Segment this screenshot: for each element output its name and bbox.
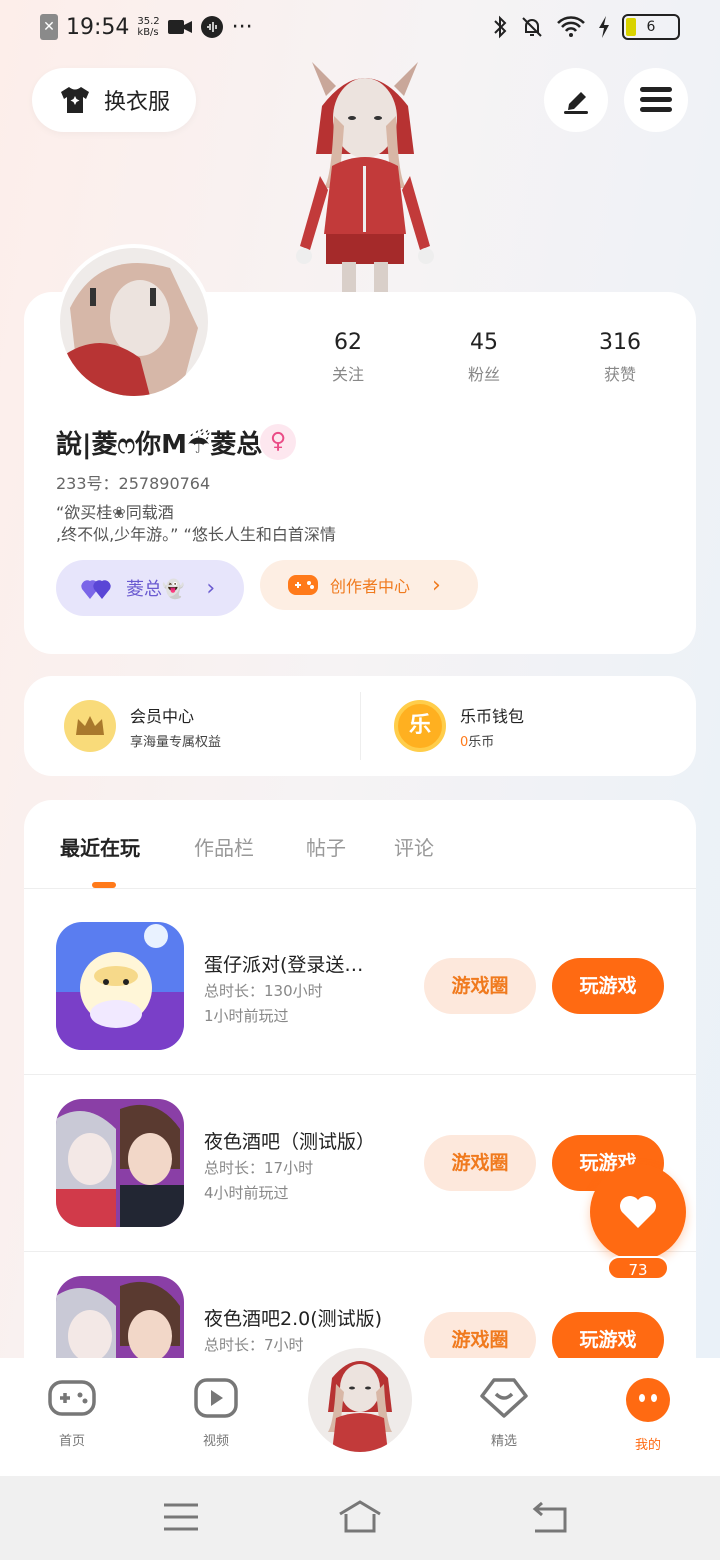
tab-works[interactable]: 作品栏	[194, 832, 254, 861]
gamepad-icon	[288, 575, 318, 595]
gamepad-icon	[48, 1380, 96, 1416]
like-count: 73	[607, 1256, 669, 1280]
game-title: 蛋仔派对(登录送…	[204, 954, 364, 976]
menu-button[interactable]	[624, 68, 688, 132]
vip-title: 会员中心	[130, 706, 195, 726]
video-recorder-icon	[167, 20, 192, 34]
game-duration: 总时长：7小时	[204, 1336, 304, 1354]
like-button[interactable]	[590, 1164, 686, 1260]
change-outfit-label: 换衣服	[103, 90, 170, 115]
video-play-icon	[194, 1378, 238, 1418]
nickname: 說|菱ෆ你M☔菱总	[56, 430, 263, 460]
game-circle-button[interactable]: 游戏圈	[424, 958, 536, 1014]
heart-diamond-icon	[480, 1378, 528, 1418]
status-bar: ✕ 19:54 35.2 kB/s ··· 6	[0, 0, 720, 56]
edit-profile-button[interactable]	[544, 68, 608, 132]
hamburger-menu-icon	[640, 87, 672, 112]
row-divider	[24, 1251, 696, 1252]
wifi-icon	[557, 16, 585, 37]
stat-likes[interactable]: 316 获赞	[565, 330, 675, 385]
net-speed: 35.2 kB/s	[137, 16, 160, 38]
tab-posts[interactable]: 帖子	[306, 832, 346, 861]
play-game-button[interactable]: 玩游戏	[552, 958, 664, 1014]
mute-bell-icon	[522, 17, 542, 37]
group-tag-button[interactable]: 菱总👻 ›	[56, 560, 244, 616]
crown-icon	[64, 700, 116, 752]
tab-recently-played[interactable]: 最近在玩	[60, 832, 140, 861]
group-tag-label: 菱总👻	[126, 579, 185, 600]
coin-wallet-entry[interactable]: 乐 乐币钱包 0乐币	[394, 700, 524, 752]
audio-app-icon	[200, 16, 223, 38]
game-icon-night-bar[interactable]	[56, 1099, 184, 1227]
back-icon[interactable]	[532, 1500, 568, 1534]
divider	[360, 692, 361, 760]
female-icon: ♀	[260, 424, 296, 460]
game-icon-eggy-party[interactable]	[56, 922, 184, 1050]
double-heart-icon	[81, 580, 111, 599]
game-last-played: 1小时前玩过	[204, 1007, 289, 1025]
tab-divider	[24, 888, 696, 889]
status-left: ✕ 19:54 35.2 kB/s ···	[40, 14, 253, 40]
change-outfit-button[interactable]: 换衣服	[32, 68, 196, 132]
creator-center-button[interactable]: 创作者中心 ›	[260, 560, 478, 610]
creator-center-label: 创作者中心	[330, 577, 411, 596]
tshirt-icon	[60, 87, 89, 113]
vip-center-entry[interactable]: 会员中心 享海量专属权益	[64, 700, 221, 752]
game-circle-button[interactable]: 游戏圈	[424, 1135, 536, 1191]
stat-followers[interactable]: 45 粉丝	[429, 330, 539, 385]
more-notifications: ···	[231, 14, 253, 40]
nav-video[interactable]: 视频	[176, 1378, 256, 1449]
battery-indicator: 6	[622, 14, 680, 40]
game-duration: 总时长：17小时	[204, 1159, 314, 1177]
coin-icon: 乐	[394, 700, 446, 752]
vip-subtitle: 享海量专属权益	[130, 734, 222, 750]
notification-x-icon: ✕	[40, 14, 58, 40]
heart-icon	[620, 1196, 656, 1228]
charging-icon	[599, 16, 609, 38]
bluetooth-icon	[494, 15, 507, 39]
recent-apps-icon[interactable]	[164, 1502, 198, 1532]
pen-icon	[564, 92, 588, 114]
game-duration: 总时长：130小时	[204, 982, 323, 1000]
avatar-3d-figure[interactable]	[292, 56, 438, 292]
chevron-right-icon: ›	[206, 575, 216, 601]
game-title: 夜色酒吧（测试版）	[204, 1131, 376, 1153]
nav-featured[interactable]: 精选	[464, 1378, 544, 1449]
tab-comments[interactable]: 评论	[394, 832, 434, 861]
status-right: 6	[492, 14, 680, 40]
user-id: 233号：257890764	[56, 474, 211, 493]
nav-mine[interactable]: 我的	[608, 1378, 688, 1453]
nav-avatar[interactable]	[304, 1344, 416, 1456]
profile-face-icon	[626, 1378, 670, 1422]
chevron-right-icon: ›	[432, 572, 441, 598]
home-icon[interactable]	[336, 1498, 384, 1534]
nav-home[interactable]: 首页	[32, 1378, 112, 1449]
stat-following[interactable]: 62 关注	[293, 330, 403, 385]
coin-balance: 0乐币	[460, 734, 495, 750]
game-last-played: 4小时前玩过	[204, 1184, 289, 1202]
game-title: 夜色酒吧2.0(测试版)	[204, 1308, 383, 1330]
game-icon-night-bar-2[interactable]	[56, 1276, 184, 1358]
bio: “欲买桂❀同载酒 ,终不似,少年游。” “悠长人生和白首深情	[56, 503, 336, 544]
avatar[interactable]	[56, 244, 212, 400]
coin-wallet-title: 乐币钱包	[460, 706, 525, 726]
row-divider	[24, 1074, 696, 1075]
clock: 19:54	[66, 14, 130, 40]
